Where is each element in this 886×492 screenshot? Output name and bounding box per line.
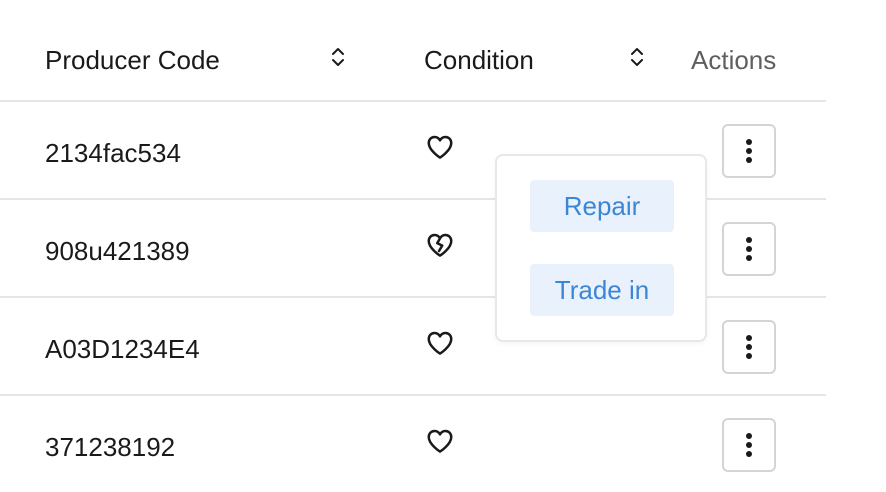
heart-icon bbox=[427, 135, 453, 159]
column-header-condition[interactable]: Condition bbox=[424, 42, 534, 78]
more-vertical-icon bbox=[746, 335, 752, 359]
heart-icon bbox=[427, 331, 453, 355]
producer-code-cell: 371238192 bbox=[45, 432, 176, 462]
row-actions-button[interactable] bbox=[722, 124, 776, 178]
table-row: 371238192 bbox=[0, 396, 826, 492]
row-actions-button[interactable] bbox=[722, 320, 776, 374]
trade-in-menu-item[interactable]: Trade in bbox=[530, 264, 674, 316]
more-vertical-icon bbox=[746, 139, 752, 163]
table-header: Producer Code Condition Actions bbox=[0, 0, 826, 102]
column-header-actions: Actions bbox=[691, 45, 777, 75]
heart-icon bbox=[427, 429, 453, 453]
sort-icon[interactable] bbox=[629, 45, 645, 73]
producer-code-cell: 908u421389 bbox=[45, 236, 190, 266]
sort-icon[interactable] bbox=[330, 45, 346, 73]
repair-menu-item[interactable]: Repair bbox=[530, 180, 674, 232]
actions-menu: Repair Trade in bbox=[495, 154, 707, 342]
column-header-producer-code[interactable]: Producer Code bbox=[45, 42, 220, 78]
producer-code-cell: 2134fac534 bbox=[45, 138, 181, 168]
row-actions-button[interactable] bbox=[722, 418, 776, 472]
more-vertical-icon bbox=[746, 433, 752, 457]
broken-heart-icon bbox=[427, 233, 453, 257]
more-vertical-icon bbox=[746, 237, 752, 261]
producer-code-cell: A03D1234E4 bbox=[45, 334, 200, 364]
row-actions-button[interactable] bbox=[722, 222, 776, 276]
